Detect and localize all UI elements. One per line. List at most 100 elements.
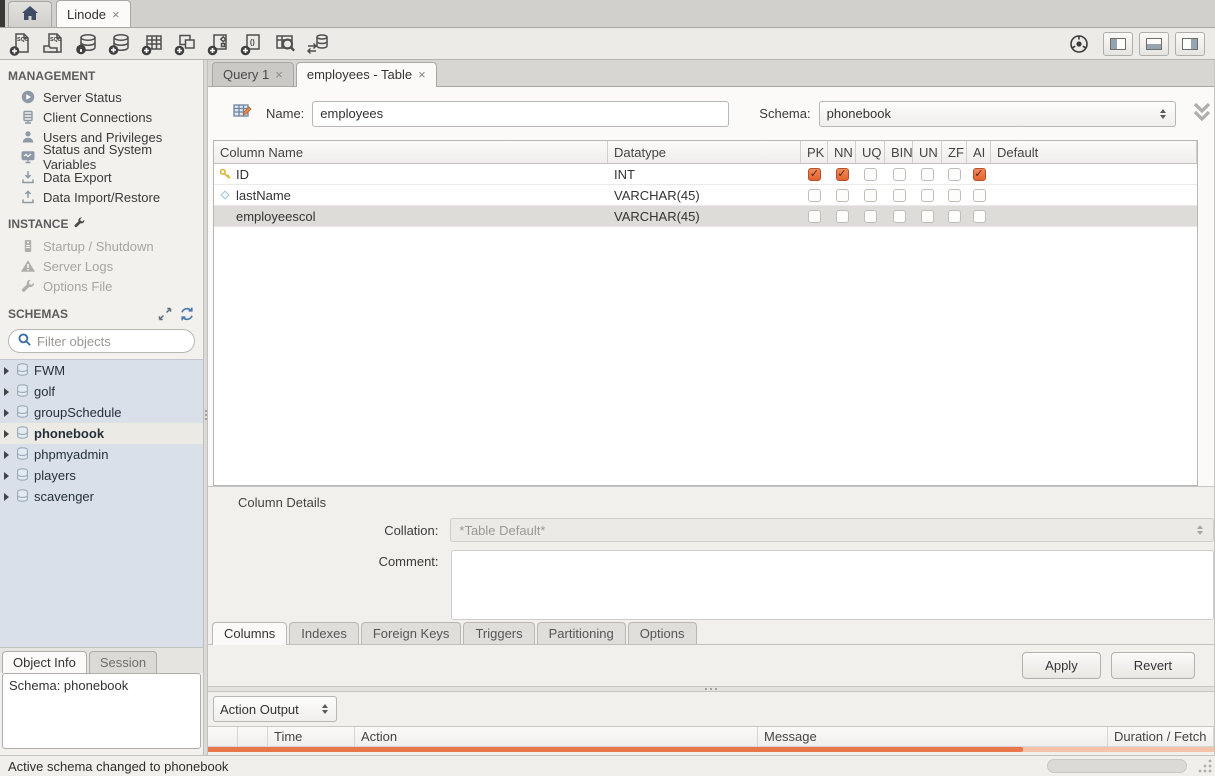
header-nn[interactable]: NN [828, 141, 856, 163]
table-name-input[interactable] [312, 101, 729, 127]
subtab-columns[interactable]: Columns [212, 622, 287, 645]
uq-checkbox[interactable]: ✓ [864, 168, 877, 181]
nn-checkbox[interactable]: ✓ [836, 168, 849, 181]
header-datatype[interactable]: Datatype [608, 141, 801, 163]
uq-checkbox[interactable]: ✓ [864, 210, 877, 223]
expander-triangle-icon[interactable] [4, 493, 9, 501]
column-default[interactable] [991, 185, 1197, 205]
un-checkbox[interactable]: ✓ [921, 210, 934, 223]
create-procedure-icon[interactable] [204, 30, 234, 58]
close-icon[interactable]: × [275, 67, 283, 82]
collation-select[interactable]: *Table Default* [450, 518, 1214, 542]
schema-row-groupschedule[interactable]: groupSchedule [0, 402, 203, 423]
header-duration-fetch[interactable]: Duration / Fetch [1108, 727, 1214, 746]
create-view-icon[interactable] [171, 30, 201, 58]
sidebar-item-startup-shutdown[interactable]: Startup / Shutdown [0, 236, 203, 256]
subtab-options[interactable]: Options [628, 622, 697, 644]
header-un[interactable]: UN [913, 141, 942, 163]
apply-button[interactable]: Apply [1022, 652, 1101, 679]
zf-checkbox[interactable]: ✓ [948, 210, 961, 223]
schema-select[interactable]: phonebook [819, 101, 1176, 127]
expander-triangle-icon[interactable] [4, 367, 9, 375]
expander-triangle-icon[interactable] [4, 472, 9, 480]
toggle-left-panel-button[interactable] [1103, 32, 1133, 56]
pk-checkbox[interactable]: ✓ [808, 189, 821, 202]
grid-empty-area[interactable] [214, 227, 1197, 485]
ai-checkbox[interactable]: ✓ [973, 210, 986, 223]
nn-checkbox[interactable]: ✓ [836, 189, 849, 202]
schema-row-phonebook[interactable]: phonebook [0, 423, 203, 444]
reconnect-dbms-icon[interactable] [303, 30, 333, 58]
tab-employees-table[interactable]: employees - Table × [296, 62, 437, 87]
header-action[interactable]: Action [355, 727, 758, 746]
sidebar-item-server-status[interactable]: Server Status [0, 87, 203, 107]
horizontal-scrollbar[interactable] [208, 747, 1214, 752]
close-icon[interactable]: × [112, 7, 120, 22]
create-schema-icon[interactable] [105, 30, 135, 58]
ai-checkbox[interactable]: ✓ [973, 189, 986, 202]
header-zf[interactable]: ZF [942, 141, 967, 163]
subtab-foreign-keys[interactable]: Foreign Keys [361, 622, 462, 644]
header-message[interactable]: Message [758, 727, 1108, 746]
settings-icon[interactable] [1064, 30, 1094, 58]
tab-query-1[interactable]: Query 1 × [212, 62, 294, 86]
sidebar-item-options-file[interactable]: Options File [0, 276, 203, 296]
sidebar-item-client-connections[interactable]: Client Connections [0, 107, 203, 127]
expander-triangle-icon[interactable] [4, 388, 9, 396]
create-function-icon[interactable]: () [237, 30, 267, 58]
bin-checkbox[interactable]: ✓ [893, 210, 906, 223]
resize-grip-icon[interactable] [1198, 759, 1212, 773]
home-tab[interactable] [8, 1, 52, 27]
subtab-indexes[interactable]: Indexes [289, 622, 359, 644]
expand-panel-icon[interactable] [157, 306, 173, 322]
connection-tab[interactable]: Linode × [56, 0, 131, 27]
toggle-right-panel-button[interactable] [1175, 32, 1205, 56]
comment-textarea[interactable] [451, 550, 1214, 620]
header-bin[interactable]: BIN [885, 141, 913, 163]
refresh-schemas-icon[interactable] [179, 306, 195, 322]
bin-checkbox[interactable]: ✓ [893, 168, 906, 181]
column-row-id[interactable]: ID INT ✓ ✓ ✓ ✓ ✓ ✓ ✓ [214, 164, 1197, 185]
status-scrollbar-thumb[interactable] [1047, 759, 1187, 773]
pk-checkbox[interactable]: ✓ [808, 168, 821, 181]
new-sql-tab-icon[interactable]: SQL [6, 30, 36, 58]
zf-checkbox[interactable]: ✓ [948, 168, 961, 181]
un-checkbox[interactable]: ✓ [921, 168, 934, 181]
nn-checkbox[interactable]: ✓ [836, 210, 849, 223]
schema-row-fwm[interactable]: FWM [0, 360, 203, 381]
schema-row-scavenger[interactable]: scavenger [0, 486, 203, 507]
sidebar-item-server-logs[interactable]: Server Logs [0, 256, 203, 276]
sidebar-item-data-import[interactable]: Data Import/Restore [0, 187, 203, 207]
create-table-icon[interactable] [138, 30, 168, 58]
chevron-double-down-icon[interactable] [1190, 101, 1214, 126]
close-icon[interactable]: × [418, 67, 426, 82]
sidebar-splitter[interactable] [203, 60, 208, 755]
schema-row-phpmyadmin[interactable]: phpmyadmin [0, 444, 203, 465]
sidebar-item-data-export[interactable]: Data Export [0, 167, 203, 187]
scrollbar-thumb[interactable] [208, 747, 1023, 752]
subtab-triggers[interactable]: Triggers [463, 622, 534, 644]
toggle-bottom-panel-button[interactable] [1139, 32, 1169, 56]
zf-checkbox[interactable]: ✓ [948, 189, 961, 202]
sidebar-item-system-variables[interactable]: Status and System Variables [0, 147, 203, 167]
expander-triangle-icon[interactable] [4, 430, 9, 438]
ai-checkbox[interactable]: ✓ [973, 168, 986, 181]
header-pk[interactable]: PK [801, 141, 828, 163]
tab-session[interactable]: Session [89, 651, 157, 673]
expander-triangle-icon[interactable] [4, 409, 9, 417]
subtab-partitioning[interactable]: Partitioning [537, 622, 626, 644]
tab-object-info[interactable]: Object Info [2, 651, 87, 673]
schema-row-golf[interactable]: golf [0, 381, 203, 402]
filter-objects-input[interactable] [37, 334, 177, 349]
uq-checkbox[interactable]: ✓ [864, 189, 877, 202]
header-time[interactable]: Time [268, 727, 355, 746]
revert-button[interactable]: Revert [1111, 652, 1195, 679]
header-default[interactable]: Default [991, 141, 1197, 163]
column-default[interactable] [991, 206, 1197, 226]
bin-checkbox[interactable]: ✓ [893, 189, 906, 202]
un-checkbox[interactable]: ✓ [921, 189, 934, 202]
schema-row-players[interactable]: players [0, 465, 203, 486]
schema-inspector-icon[interactable] [72, 30, 102, 58]
column-row-employeescol[interactable]: employeescol VARCHAR(45) ✓ ✓ ✓ ✓ ✓ ✓ ✓ [214, 206, 1197, 227]
column-row-lastname[interactable]: lastName VARCHAR(45) ✓ ✓ ✓ ✓ ✓ ✓ ✓ [214, 185, 1197, 206]
